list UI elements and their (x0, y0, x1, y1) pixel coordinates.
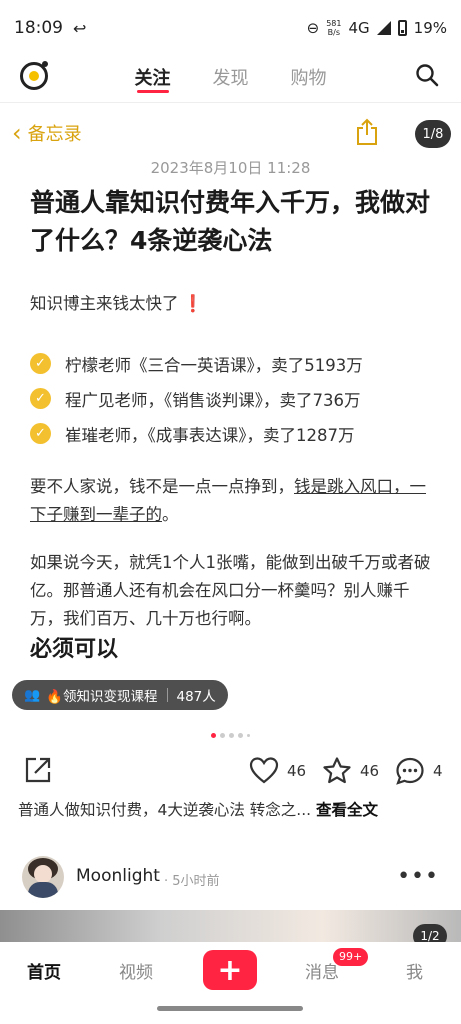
exclamation-icon: ❗ (182, 294, 204, 313)
star-icon (323, 757, 351, 784)
status-right: ⊖ 581 B/s 4G 19% (307, 19, 447, 37)
list-item: ✓ 崔璀老师，《成事表达课》，卖了1287万 (30, 416, 450, 451)
check-icon: ✓ (30, 388, 51, 409)
home-indicator[interactable] (157, 1006, 303, 1011)
status-time: 18:09 (14, 18, 63, 38)
note-intro: 知识博主来钱太快了 ❗ (30, 290, 440, 318)
messages-badge: 99+ (333, 948, 369, 966)
pill-divider (166, 688, 168, 702)
next-post-author-row: Moonlight · 5小时前 ••• (0, 854, 461, 902)
note-paragraph-1: 要不人家说，钱不是一点一点挣到，钱是跳入风口，一下子赚到一辈子的。 (30, 473, 440, 529)
check-icon: ✓ (30, 423, 51, 444)
author-name[interactable]: Moonlight (76, 866, 160, 886)
battery-percent: 19% (413, 19, 447, 37)
para1-text: 要不人家说，钱不是一点一点挣到， (30, 477, 294, 496)
people-icon: 👥 (24, 687, 41, 703)
list-item-text: 程广见老师，《销售谈判课》，卖了736万 (65, 390, 361, 410)
create-post-button[interactable]: + (203, 950, 257, 990)
more-options-icon[interactable]: ••• (397, 864, 439, 889)
share-upload-icon[interactable] (355, 118, 379, 146)
list-item: ✓ 程广见老师，《销售谈判课》，卖了736万 (30, 381, 450, 416)
list-item: ✓ 柠檬老师《三合一英语课》，卖了5193万 (30, 346, 450, 381)
carousel-dot (229, 733, 234, 738)
share-icon[interactable] (24, 756, 52, 784)
comment-count: 4 (433, 762, 443, 780)
note-date: 2023年8月10日 11:28 (150, 159, 311, 177)
nav-video[interactable]: 视频 (119, 958, 153, 983)
check-icon: ✓ (30, 353, 51, 374)
nav-home[interactable]: 首页 (27, 958, 61, 983)
back-label: 备忘录 (27, 124, 82, 145)
next-post-image[interactable]: 1/2 (0, 910, 461, 948)
comment-icon (396, 757, 424, 785)
caption-text: 普通人做知识付费，4大逆袭心法 转念之... (18, 801, 316, 819)
dnd-icon: ⊖ (306, 19, 320, 37)
list-item-text: 柠檬老师《三合一英语课》，卖了5193万 (65, 355, 363, 375)
list-item-text: 崔璀老师，《成事表达课》，卖了1287万 (65, 425, 355, 445)
section-divider (0, 834, 461, 844)
note-heading-partial: 必须可以 (30, 637, 119, 662)
like-button[interactable]: 46 (249, 756, 306, 786)
tab-discover[interactable]: 发现 (213, 56, 249, 102)
post-time: · 5小时前 (164, 874, 220, 889)
note-paragraph-2: 如果说今天，就凭1个人1张嘴，能做到出破千万或者破亿。那普通人还有机会在风口分一… (30, 553, 431, 628)
image-pager: 1/8 (415, 120, 451, 148)
course-pill[interactable]: 👥 🔥领知识变现课程 487人 (12, 680, 228, 710)
course-label: 🔥领知识变现课程 (46, 689, 158, 705)
search-icon[interactable] (415, 63, 439, 87)
post-actions: 46 46 4 (0, 752, 461, 792)
chevron-left-icon: ‹ (12, 119, 22, 147)
comment-button[interactable]: 4 (395, 756, 443, 786)
post-caption[interactable]: 普通人做知识付费，4大逆袭心法 转念之... 查看全文 (18, 798, 448, 820)
note-title: 普通人靠知识付费年入千万，我做对了什么？4条逆袭心法 (30, 188, 431, 255)
nav-me[interactable]: 我 (406, 958, 423, 983)
top-nav: 关注 发现 购物 (0, 56, 461, 102)
net-speed: 581 B/s (326, 19, 341, 37)
network-type: 4G (348, 19, 370, 37)
net-speed-unit: B/s (327, 28, 341, 37)
tab-following[interactable]: 关注 (135, 56, 171, 102)
carousel-dot (238, 733, 243, 738)
read-more-link[interactable]: 查看全文 (316, 801, 378, 819)
heart-icon (249, 757, 279, 784)
battery-icon (397, 20, 407, 36)
net-speed-value: 581 (326, 19, 342, 28)
carousel-dot (220, 733, 225, 738)
carousel-dot-active (211, 733, 216, 738)
back-button[interactable]: ‹ 备忘录 (12, 120, 82, 146)
para1-end: 。 (162, 505, 179, 524)
favorite-count: 46 (360, 762, 380, 780)
check-list: ✓ 柠檬老师《三合一英语课》，卖了5193万 ✓ 程广见老师，《销售谈判课》，卖… (30, 346, 450, 451)
note-header: ‹ 备忘录 1/8 (0, 116, 461, 152)
course-count: 487人 (176, 689, 216, 705)
status-bar: 18:09 ↩ ⊖ 581 B/s 4G 19% (0, 0, 461, 56)
carousel-dot (247, 734, 250, 737)
like-count: 46 (287, 762, 307, 780)
signal-icon (376, 21, 391, 35)
bottom-nav: 首页 视频 + 消息 99+ 我 (0, 942, 461, 998)
avatar[interactable] (22, 856, 64, 898)
intro-text: 知识博主来钱太快了 (30, 294, 179, 313)
favorite-button[interactable]: 46 (322, 756, 379, 786)
tab-shopping[interactable]: 购物 (291, 56, 327, 102)
top-tabs: 关注 发现 购物 (0, 56, 461, 102)
divider (0, 102, 461, 103)
carousel-dots (0, 733, 461, 738)
missed-call-icon: ↩ (73, 18, 87, 38)
